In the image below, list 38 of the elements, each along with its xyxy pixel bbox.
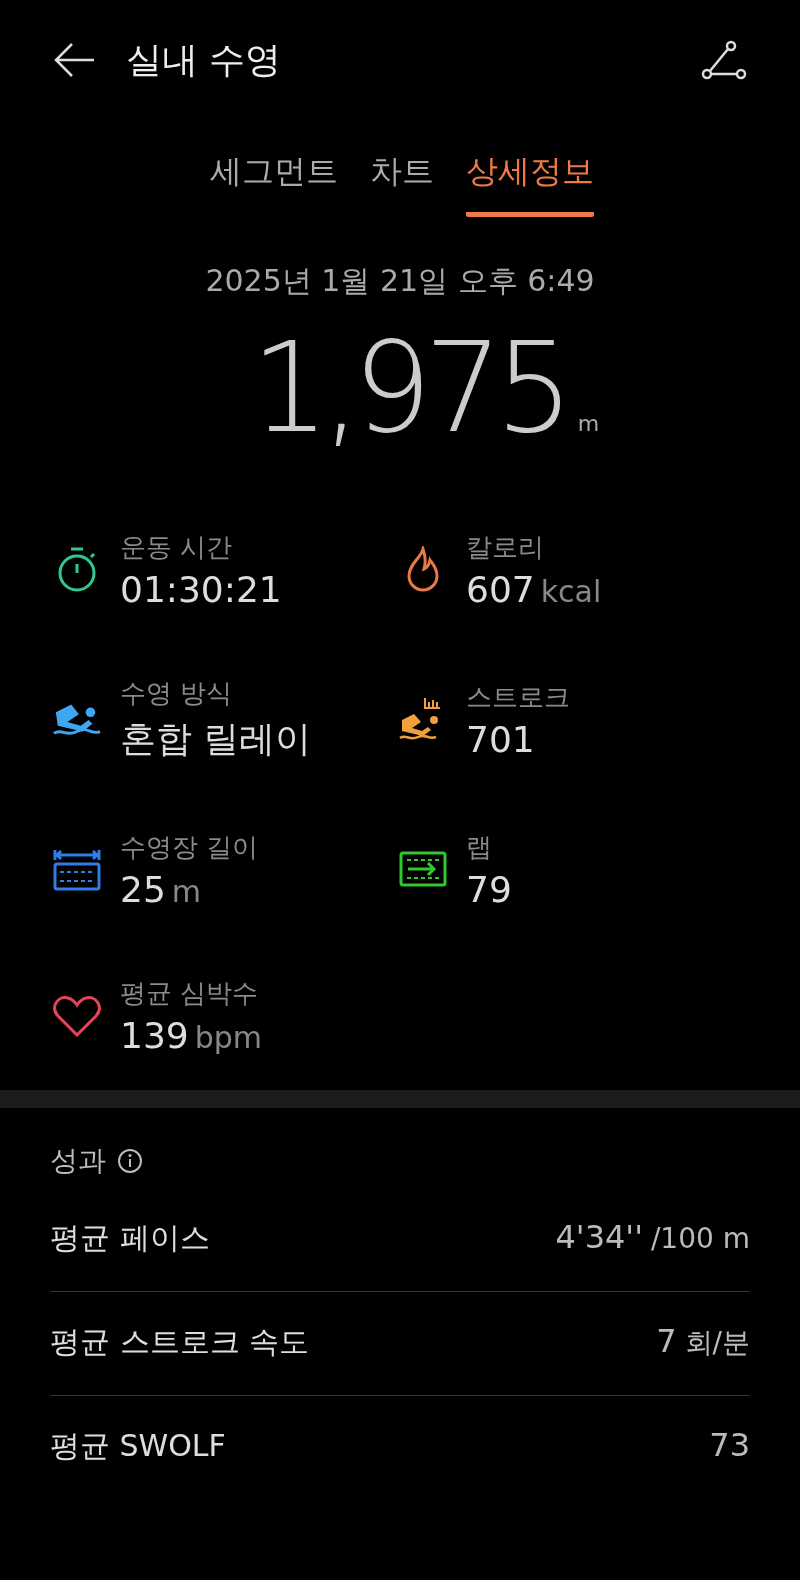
distance-unit: m bbox=[577, 411, 600, 436]
metric-unit: /100 m bbox=[650, 1222, 750, 1255]
stat-label: 칼로리 bbox=[466, 531, 545, 564]
lap-icon bbox=[398, 850, 448, 890]
stat-label: 랩 bbox=[466, 831, 493, 864]
section-title: 성과 bbox=[50, 1143, 106, 1179]
stat-value: 79 bbox=[466, 869, 512, 910]
metric-label: 평균 SWOLF bbox=[50, 1427, 226, 1465]
stat-value: 607 bbox=[466, 569, 535, 610]
metric-value: 73 bbox=[709, 1426, 750, 1464]
stat-value: 25 bbox=[120, 869, 166, 910]
metric-label: 평균 페이스 bbox=[50, 1219, 210, 1257]
stat-value: 701 bbox=[466, 719, 535, 760]
workout-date: 2025년 1월 21일 오후 6:49 bbox=[205, 262, 595, 300]
tab[interactable]: 차트 bbox=[370, 140, 434, 217]
stat-unit: m bbox=[171, 874, 202, 909]
heart-icon bbox=[52, 994, 102, 1038]
tab[interactable]: 세그먼트 bbox=[210, 140, 338, 217]
stat-value: 혼합 릴레이 bbox=[120, 717, 312, 761]
metric-value: 4'34'' bbox=[555, 1218, 643, 1256]
metric-label: 평균 스트로크 속도 bbox=[50, 1323, 310, 1361]
distance-value: 1,975 bbox=[250, 316, 566, 460]
stat-label: 평균 심박수 bbox=[120, 977, 260, 1010]
stat-label: 수영장 길이 bbox=[120, 831, 259, 864]
stat-label: 운동 시간 bbox=[120, 531, 234, 564]
stat-label: 수영 방식 bbox=[120, 677, 234, 710]
tab[interactable]: 상세정보 bbox=[466, 140, 594, 217]
stat-unit: kcal bbox=[540, 574, 602, 609]
stat-value: 139 bbox=[120, 1015, 189, 1056]
stat-value: 01:30:21 bbox=[120, 569, 282, 610]
pool-length-icon bbox=[52, 848, 102, 892]
screen-title: 실내 수영 bbox=[126, 37, 283, 82]
stat-label: 스트로크 bbox=[466, 681, 570, 714]
metric-unit: 회/분 bbox=[684, 1325, 750, 1361]
info-icon[interactable] bbox=[116, 1147, 144, 1175]
stat-unit: bpm bbox=[194, 1020, 263, 1055]
metric-value: 7 bbox=[656, 1322, 677, 1360]
route-icon[interactable] bbox=[700, 40, 748, 80]
